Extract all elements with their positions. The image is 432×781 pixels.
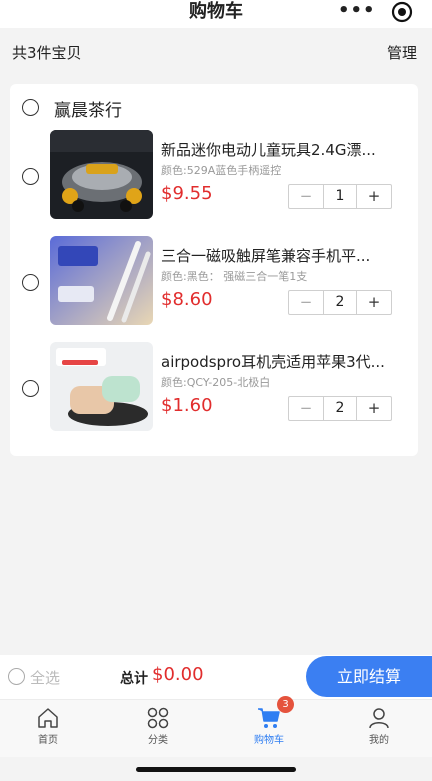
cart-item: 三合一磁吸触屏笔兼容手机平... 颜色:黑色： 强磁三合一笔1支 $8.60 −…	[10, 236, 418, 334]
decrease-button[interactable]: −	[289, 291, 323, 314]
quantity-value[interactable]: 1	[323, 185, 357, 208]
item-select-radio[interactable]	[22, 380, 39, 397]
shop-select-radio[interactable]	[22, 99, 39, 116]
item-select-radio[interactable]	[22, 168, 39, 185]
cart-summary-bar: 共3件宝贝 管理	[0, 36, 432, 70]
close-miniprogram-button[interactable]	[391, 1, 413, 23]
decrease-button[interactable]: −	[289, 185, 323, 208]
tab-label: 分类	[148, 735, 168, 746]
shop-card: 赢晨茶行 新品迷你电动儿童玩具2.4G漂... 颜色:529A蓝色手柄遥控 $9…	[10, 84, 418, 456]
increase-button[interactable]: +	[357, 291, 391, 314]
checkout-bar: 全选 总计 $0.00 立即结算	[0, 655, 432, 699]
shop-name: 赢晨茶行	[54, 101, 122, 121]
cart-item: airpodspro耳机壳适用苹果3代... 颜色:QCY-205-北极白 $1…	[10, 342, 418, 440]
more-menu-button[interactable]: •••	[338, 0, 375, 24]
item-price: $8.60	[161, 289, 213, 310]
manage-button[interactable]: 管理	[387, 42, 417, 63]
product-image[interactable]	[50, 236, 153, 325]
item-title[interactable]: 新品迷你电动儿童玩具2.4G漂...	[161, 140, 397, 160]
cart-icon	[258, 708, 280, 728]
item-count: 共3件宝贝	[12, 44, 82, 62]
profile-icon	[369, 708, 389, 729]
quantity-stepper: − 2 +	[288, 396, 392, 421]
tab-home[interactable]: 首页	[8, 700, 88, 758]
item-spec[interactable]: 颜色:529A蓝色手柄遥控	[161, 162, 281, 178]
target-icon	[391, 1, 413, 23]
item-title[interactable]: airpodspro耳机壳适用苹果3代...	[161, 352, 397, 372]
home-icon	[38, 708, 58, 728]
total-label: 总计	[120, 671, 148, 687]
product-image[interactable]	[50, 130, 153, 219]
cart-item: 新品迷你电动儿童玩具2.4G漂... 颜色:529A蓝色手柄遥控 $9.55 −…	[10, 130, 418, 228]
item-price: $9.55	[161, 183, 213, 204]
select-all-radio[interactable]	[8, 668, 25, 685]
select-all-label[interactable]: 全选	[30, 667, 60, 688]
cart-count-badge: 3	[277, 696, 294, 713]
category-icon	[147, 707, 169, 729]
quantity-stepper: − 1 +	[288, 184, 392, 209]
navbar: 购物车 •••	[0, 0, 432, 28]
tab-label: 购物车	[254, 735, 284, 746]
product-image[interactable]	[50, 342, 153, 431]
tab-category[interactable]: 分类	[118, 700, 198, 758]
item-price: $1.60	[161, 395, 213, 416]
increase-button[interactable]: +	[357, 397, 391, 420]
tab-profile[interactable]: 我的	[339, 700, 419, 758]
home-indicator	[136, 767, 296, 772]
quantity-stepper: − 2 +	[288, 290, 392, 315]
increase-button[interactable]: +	[357, 185, 391, 208]
total-amount: $0.00	[152, 664, 204, 685]
quantity-value[interactable]: 2	[323, 397, 357, 420]
tab-bar: 首页 分类 3 购物车 我的	[0, 696, 432, 758]
tab-cart[interactable]: 3 购物车	[229, 696, 309, 758]
item-spec[interactable]: 颜色:QCY-205-北极白	[161, 374, 270, 390]
checkout-button[interactable]: 立即结算	[306, 656, 432, 697]
tab-label: 首页	[38, 735, 58, 746]
item-spec[interactable]: 颜色:黑色： 强磁三合一笔1支	[161, 268, 307, 284]
quantity-value[interactable]: 2	[323, 291, 357, 314]
tab-label: 我的	[369, 735, 389, 746]
item-title[interactable]: 三合一磁吸触屏笔兼容手机平...	[161, 246, 397, 266]
decrease-button[interactable]: −	[289, 397, 323, 420]
item-select-radio[interactable]	[22, 274, 39, 291]
